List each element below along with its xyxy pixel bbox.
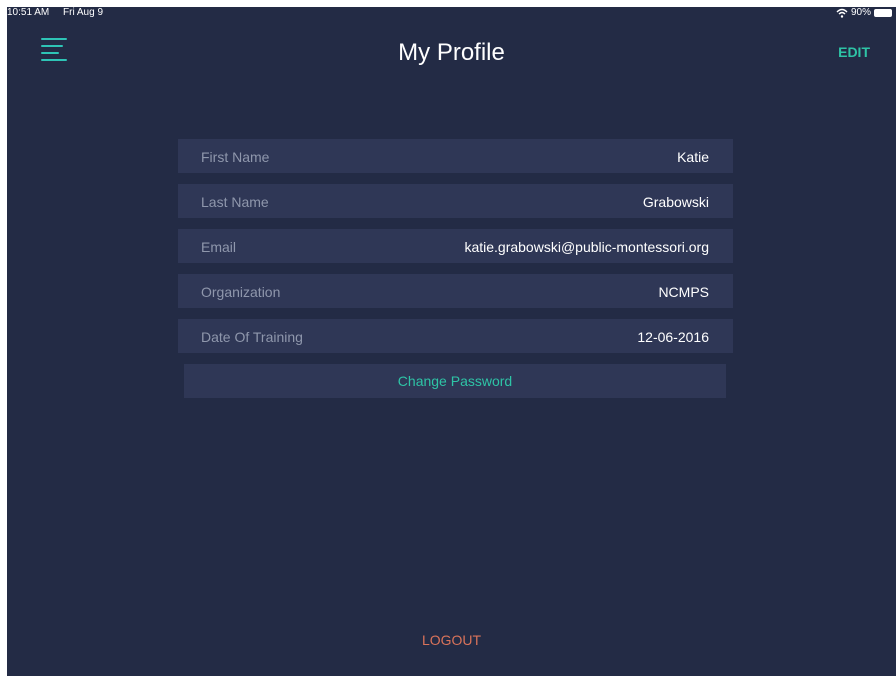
last-name-value: Grabowski bbox=[642, 194, 709, 210]
logout-button[interactable]: LOGOUT bbox=[7, 632, 896, 648]
first-name-label: First Name bbox=[201, 149, 270, 165]
first-name-value: Katie bbox=[677, 149, 709, 165]
last-name-row: Last Name Grabowski bbox=[178, 184, 733, 218]
email-value: katie.grabowski@public-montessori.org bbox=[464, 239, 709, 255]
change-password-button[interactable]: Change Password bbox=[184, 364, 726, 398]
email-label: Email bbox=[201, 239, 237, 255]
date-of-training-value: 12-06-2016 bbox=[637, 329, 709, 345]
profile-screen: 10:51 AM Fri Aug 9 90% My Profile EDIT F… bbox=[7, 7, 896, 676]
organization-row: Organization NCMPS bbox=[178, 274, 733, 308]
date-of-training-label: Date Of Training bbox=[201, 329, 303, 345]
status-date: Fri Aug 9 bbox=[63, 7, 104, 18]
battery-icon bbox=[874, 8, 892, 17]
wifi-icon bbox=[836, 8, 848, 18]
battery-percent: 90% bbox=[850, 7, 871, 18]
organization-value: NCMPS bbox=[658, 284, 709, 300]
organization-label: Organization bbox=[201, 284, 281, 300]
status-indicators: 90% bbox=[836, 7, 892, 18]
date-of-training-row: Date Of Training 12-06-2016 bbox=[178, 319, 733, 353]
page-title: My Profile bbox=[398, 39, 505, 66]
status-time: 10:51 AM bbox=[7, 7, 50, 18]
first-name-row: First Name Katie bbox=[178, 139, 733, 173]
edit-button[interactable]: EDIT bbox=[838, 44, 870, 60]
last-name-label: Last Name bbox=[201, 194, 269, 210]
status-bar: 10:51 AM Fri Aug 9 90% bbox=[7, 7, 896, 19]
email-row: Email katie.grabowski@public-montessori.… bbox=[178, 229, 733, 263]
